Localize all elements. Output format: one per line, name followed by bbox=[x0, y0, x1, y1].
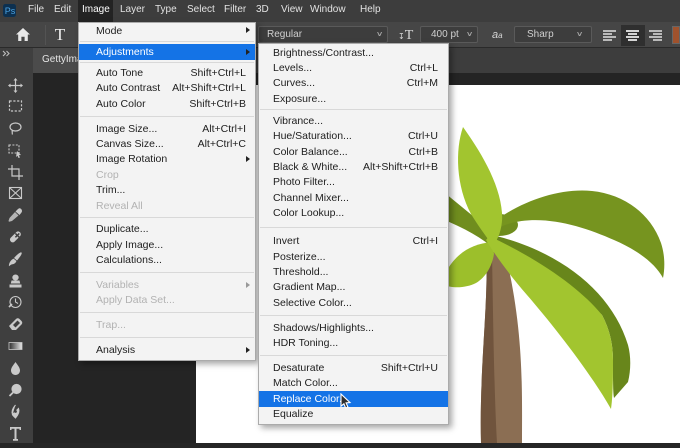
svg-text:Ps: Ps bbox=[5, 6, 16, 16]
